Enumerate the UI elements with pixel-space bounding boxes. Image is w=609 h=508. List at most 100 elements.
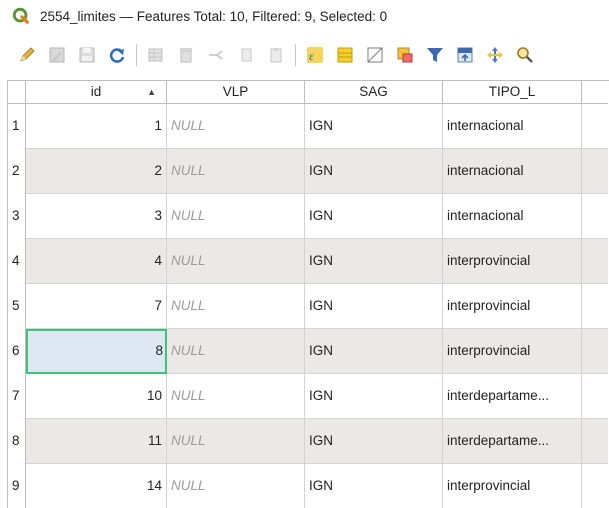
filter-select-button[interactable]: [422, 42, 448, 68]
toggle-editing-button[interactable]: [14, 42, 40, 68]
column-header-tipo-l[interactable]: TIPO_L: [443, 81, 582, 104]
cell-id[interactable]: 14: [26, 464, 167, 508]
table-row[interactable]: 4 4 NULL IGN interprovincial: [8, 239, 608, 284]
cell-id[interactable]: 4: [26, 239, 167, 284]
cell-vlp[interactable]: NULL: [167, 239, 305, 284]
cell-vlp[interactable]: NULL: [167, 329, 305, 374]
table-header: id ▲ VLP SAG TIPO_L: [8, 81, 608, 104]
table-row[interactable]: 8 11 NULL IGN interdepartame...: [8, 419, 608, 464]
row-number[interactable]: 6: [8, 329, 26, 374]
invert-selection-button[interactable]: [392, 42, 418, 68]
cell-id[interactable]: 1: [26, 104, 167, 149]
cell-id-focused[interactable]: 8: [26, 329, 167, 374]
zoom-to-selected-button[interactable]: [512, 42, 538, 68]
cell-tipo-l[interactable]: internacional: [443, 194, 582, 239]
delete-selected-button[interactable]: [173, 42, 199, 68]
qgis-logo-icon: [12, 7, 29, 24]
cell-sag[interactable]: IGN: [305, 149, 443, 194]
cell-vlp[interactable]: NULL: [167, 464, 305, 508]
move-top-icon: [457, 47, 473, 63]
table-row[interactable]: 3 3 NULL IGN internacional: [8, 194, 608, 239]
column-header-label: TIPO_L: [488, 84, 536, 99]
expression-select-icon: ε: [307, 47, 323, 63]
row-number[interactable]: 7: [8, 374, 26, 419]
cell-id[interactable]: 2: [26, 149, 167, 194]
svg-text:ε: ε: [309, 49, 314, 63]
reload-table-button[interactable]: [104, 42, 130, 68]
move-selection-top-button[interactable]: [452, 42, 478, 68]
column-header-label: VLP: [222, 84, 249, 99]
paste-icon: [270, 48, 282, 63]
cell-sag[interactable]: IGN: [305, 284, 443, 329]
cell-tipo-l[interactable]: interprovincial: [443, 284, 582, 329]
cell-sag[interactable]: IGN: [305, 194, 443, 239]
table-row[interactable]: 7 10 NULL IGN interdepartame...: [8, 374, 608, 419]
pan-to-selected-button[interactable]: [482, 42, 508, 68]
add-feature-button[interactable]: [143, 42, 169, 68]
cell-vlp[interactable]: NULL: [167, 419, 305, 464]
row-number[interactable]: 4: [8, 239, 26, 284]
cell-vlp[interactable]: NULL: [167, 284, 305, 329]
cell-id[interactable]: 11: [26, 419, 167, 464]
attribute-table: id ▲ VLP SAG TIPO_L 1 1 NULL IGN interna…: [7, 80, 609, 508]
cell-sag[interactable]: IGN: [305, 464, 443, 508]
multi-edit-icon: [49, 47, 65, 63]
cell-tipo-l[interactable]: interprovincial: [443, 329, 582, 374]
save-edits-button[interactable]: [74, 42, 100, 68]
column-header-id[interactable]: id ▲: [26, 81, 167, 104]
cell-tipo-l[interactable]: interprovincial: [443, 239, 582, 284]
copy-selected-button[interactable]: [233, 42, 259, 68]
delete-icon: [180, 48, 192, 63]
cell-vlp[interactable]: NULL: [167, 104, 305, 149]
table-row[interactable]: 9 14 NULL IGN interprovincial: [8, 464, 608, 508]
cell-sag[interactable]: IGN: [305, 104, 443, 149]
table-row[interactable]: 2 2 NULL IGN internacional: [8, 149, 608, 194]
cell-vlp[interactable]: NULL: [167, 194, 305, 239]
deselect-all-button[interactable]: [362, 42, 388, 68]
cell-tipo-l[interactable]: internacional: [443, 104, 582, 149]
cell-vlp[interactable]: NULL: [167, 149, 305, 194]
window-titlebar: 2554_limites — Features Total: 10, Filte…: [0, 0, 609, 32]
row-number[interactable]: 9: [8, 464, 26, 508]
table-row[interactable]: 1 1 NULL IGN internacional: [8, 104, 608, 149]
cell-tipo-l[interactable]: interdepartame...: [443, 374, 582, 419]
row-number[interactable]: 3: [8, 194, 26, 239]
toggle-multi-edit-button[interactable]: [44, 42, 70, 68]
reload-icon: [109, 48, 125, 63]
row-number-header[interactable]: [8, 81, 26, 104]
filter-icon: [427, 48, 443, 62]
row-number[interactable]: 1: [8, 104, 26, 149]
add-feature-icon: [148, 48, 163, 62]
column-header-sag[interactable]: SAG: [305, 81, 443, 104]
select-all-button[interactable]: [332, 42, 358, 68]
cell-tipo-l[interactable]: interdepartame...: [443, 419, 582, 464]
row-number[interactable]: 2: [8, 149, 26, 194]
cell-sag[interactable]: IGN: [305, 374, 443, 419]
sort-ascending-icon: ▲: [147, 87, 156, 97]
select-by-expression-button[interactable]: ε: [302, 42, 328, 68]
cell-tipo-l[interactable]: internacional: [443, 149, 582, 194]
row-number[interactable]: 5: [8, 284, 26, 329]
column-header-label: SAG: [359, 84, 388, 99]
zoom-icon: [517, 47, 533, 63]
row-number[interactable]: 8: [8, 419, 26, 464]
cell-tipo-l[interactable]: interprovincial: [443, 464, 582, 508]
toolbar-separator: [136, 44, 137, 66]
table-row[interactable]: 6 8 NULL IGN interprovincial: [8, 329, 608, 374]
select-all-icon: [337, 47, 353, 63]
paste-features-button[interactable]: [263, 42, 289, 68]
column-header-vlp[interactable]: VLP: [167, 81, 305, 104]
cut-selected-button[interactable]: [203, 42, 229, 68]
table-row[interactable]: 5 7 NULL IGN interprovincial: [8, 284, 608, 329]
cell-id[interactable]: 7: [26, 284, 167, 329]
cell-sag[interactable]: IGN: [305, 419, 443, 464]
cell-vlp[interactable]: NULL: [167, 374, 305, 419]
cell-sag[interactable]: IGN: [305, 329, 443, 374]
column-header-label: id: [90, 84, 102, 99]
cell-sag[interactable]: IGN: [305, 239, 443, 284]
cell-id[interactable]: 3: [26, 194, 167, 239]
deselect-icon: [367, 47, 383, 63]
cell-id[interactable]: 10: [26, 374, 167, 419]
copy-icon: [241, 48, 252, 62]
toolbar-separator: [295, 44, 296, 66]
